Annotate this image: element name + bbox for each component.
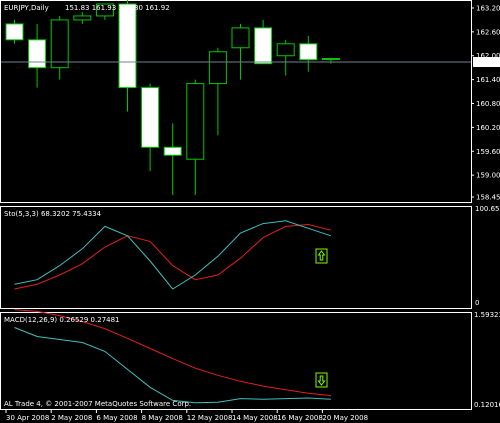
stoch-header: Sto(5,3,3) 68.3202 75.4334: [4, 210, 102, 218]
candle-body: [276, 43, 295, 57]
stoch-main-line: [14, 220, 332, 290]
stoch-scale-top: 100.65: [475, 205, 500, 213]
price-scale-label: 158.45: [476, 194, 500, 202]
up-arrow-icon[interactable]: [315, 248, 328, 264]
price-scale-label: 163.20: [476, 4, 500, 12]
macd-scale-bottom: 0.12016: [474, 401, 500, 409]
candle-body: [141, 87, 160, 148]
trading-chart[interactable]: 161.92 163.20162.60162.00161.40160.80160…: [0, 0, 500, 423]
candle-body: [118, 3, 137, 89]
symbol-header: EURJPY,Daily: [4, 4, 49, 12]
candle-body: [5, 23, 24, 41]
date-axis-label: 20 May 2008: [322, 414, 368, 422]
price-scale-label: 159.00: [476, 172, 500, 180]
candle-body: [208, 51, 227, 85]
macd-panel-frame: [0, 312, 472, 410]
date-axis-label: 14 May 2008: [232, 414, 278, 422]
copyright-notice: AL Trade 4, © 2001-2007 MetaQuotes Softw…: [4, 400, 191, 408]
candle-body: [28, 39, 47, 69]
candle-body: [299, 43, 318, 61]
macd-scale-top: 1.59323: [474, 311, 500, 319]
price-scale-label: 162.00: [476, 52, 500, 60]
date-axis: 30 Apr 2008 2 May 2008 6 May 2008 8 May 200…: [5, 410, 368, 422]
price-scale-label: 160.80: [476, 100, 500, 108]
candle-body: [73, 15, 92, 21]
date-axis-label: 16 May 2008: [277, 414, 323, 422]
stoch-lines: [14, 220, 332, 290]
date-axis-label: 2 May 2008: [51, 414, 92, 422]
down-arrow-icon[interactable]: [315, 372, 328, 388]
price-scale-label: 159.60: [476, 148, 500, 156]
price-candles: [5, 0, 340, 196]
date-axis-label: 8 May 2008: [142, 414, 183, 422]
candle-body: [321, 58, 340, 61]
date-axis-label: 30 Apr 2008: [6, 414, 49, 422]
date-axis-label: 12 May 2008: [187, 414, 233, 422]
price-scale-label: 162.60: [476, 28, 500, 36]
price-scale-label: 161.40: [476, 76, 500, 84]
price-scale: 163.20 162.60 162.00 161.40 160.80 160.20 159.…: [471, 4, 500, 202]
stoch-scale-bottom: 0: [475, 299, 479, 307]
candle-body: [50, 19, 69, 69]
candle-body: [231, 27, 250, 49]
candle-body: [254, 27, 273, 65]
price-scale-label: 160.20: [476, 124, 500, 132]
candle-body: [163, 146, 182, 156]
candle-body: [186, 83, 205, 160]
macd-main-line: [14, 327, 331, 404]
date-axis-label: 6 May 2008: [96, 414, 137, 422]
macd-header: MACD(12,26,9) 0.26529 0.27481: [4, 316, 120, 324]
stoch-signal-line: [14, 223, 332, 290]
ohlc-header: 151.83 161.93 161.80 161.92: [65, 4, 170, 12]
